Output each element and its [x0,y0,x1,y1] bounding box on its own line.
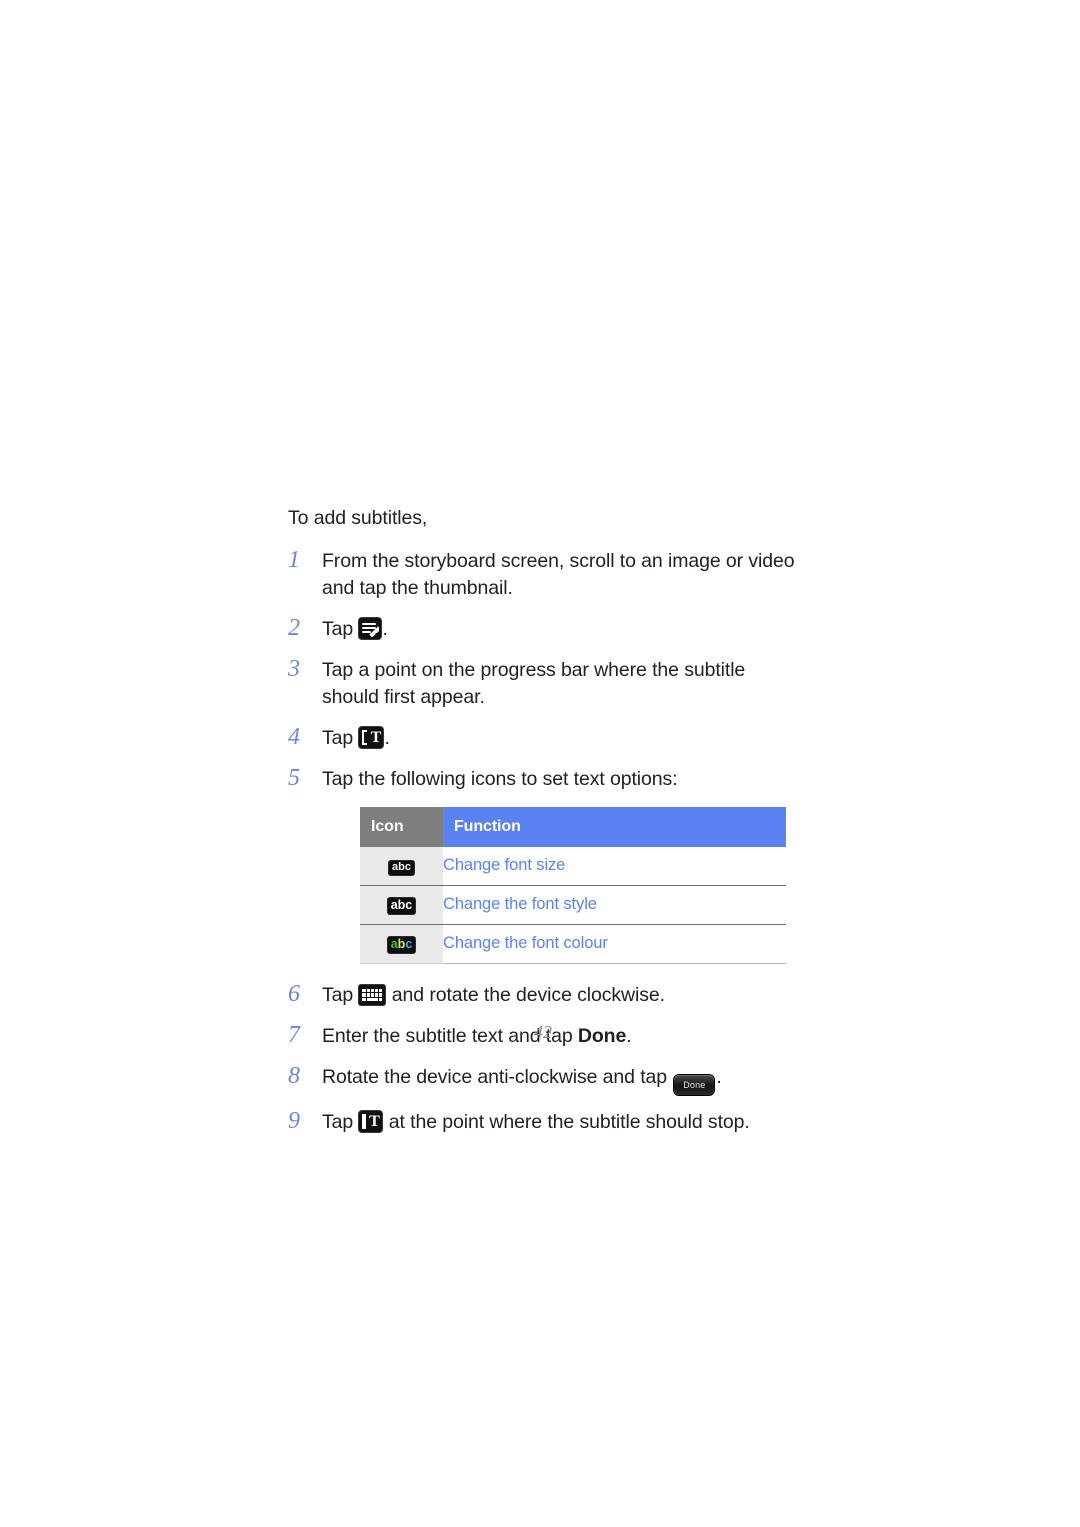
step-item-8: 8 Rotate the device anti-clockwise and t… [288,1063,798,1095]
abc-font-size-icon[interactable]: abc [389,861,414,875]
step-number-3: 3 [288,656,300,682]
step-text-5: Tap the following icons to set text opti… [322,768,678,790]
step-item-2: 2 Tap . [288,615,798,643]
step-text-1: From the storyboard screen, scroll to an… [322,550,795,599]
step-number-4: 4 [288,724,300,750]
step-number-5: 5 [288,765,300,791]
cell-icon-font-size: abc [360,847,443,886]
done-button-icon[interactable]: Done [674,1075,715,1095]
abc-font-style-text: abc [390,898,413,912]
step-text-6-after: and rotate the device clockwise. [386,984,665,1006]
step-text-4-after: . [384,727,390,749]
step-item-5: 5 Tap the following icons to set text op… [288,765,798,964]
column-header-icon: Icon [360,807,443,847]
step-number-8: 8 [288,1063,300,1089]
keyboard-icon[interactable] [359,985,386,1005]
cell-icon-font-style: abc [360,885,443,925]
table-header-row: Icon Function [360,807,786,847]
abc-colour-letter-c: c [405,937,413,951]
step-item-1: 1 From the storyboard screen, scroll to … [288,547,798,602]
table-row: abc Change font size [360,847,786,886]
steps-list: 1 From the storyboard screen, scroll to … [288,547,798,1136]
step-text-6-before: Tap [322,984,359,1006]
cell-function-font-style: Change the font style [443,885,786,925]
step-item-3: 3 Tap a point on the progress bar where … [288,656,798,711]
step-text-9-after: at the point where the subtitle should s… [383,1111,750,1133]
manual-page: To add subtitles, 1 From the storyboard … [0,0,1080,1527]
abc-colour-letter-b: b [397,937,406,951]
step-number-9: 9 [288,1108,300,1134]
step-text-9-before: Tap [322,1111,359,1133]
bracket-text-start-icon[interactable]: T [359,727,384,748]
abc-colour-letter-a: a [390,937,398,951]
page-number: 42 [534,1022,552,1042]
text-options-table-wrapper: Icon Function abc Change font size abc C… [360,807,786,964]
abc-font-colour-icon[interactable]: abc [387,937,416,953]
step-item-9: 9 Tap T at the point where the subtitle … [288,1108,798,1136]
column-header-function: Function [443,807,786,847]
step-text-2-before: Tap [322,618,359,640]
table-row: abc Change the font colour [360,924,786,964]
cell-function-font-colour: Change the font colour [443,924,786,964]
step-text-8-after: . [716,1066,722,1088]
intro-text: To add subtitles, [288,507,428,529]
step-item-6: 6 Tap and rotate the device clockwise. [288,981,798,1009]
step-number-6: 6 [288,981,300,1007]
step-text-2-after: . [382,618,388,640]
table-row: abc Change the font style [360,885,786,925]
text-end-icon[interactable]: T [359,1111,383,1132]
cell-icon-font-colour: abc [360,924,443,964]
step-number-1: 1 [288,547,300,573]
cell-function-font-size: Change font size [443,847,786,886]
edit-note-icon[interactable] [359,618,382,639]
abc-font-size-text: abc [392,861,411,873]
step-text-4-before: Tap [322,727,359,749]
step-text-8-before: Rotate the device anti-clockwise and tap [322,1066,673,1088]
step-text-3: Tap a point on the progress bar where th… [322,659,746,708]
abc-font-style-icon[interactable]: abc [387,898,416,914]
step-number-2: 2 [288,615,300,641]
text-options-table: Icon Function abc Change font size abc C… [360,807,786,964]
step-item-4: 4 Tap T. [288,724,798,752]
